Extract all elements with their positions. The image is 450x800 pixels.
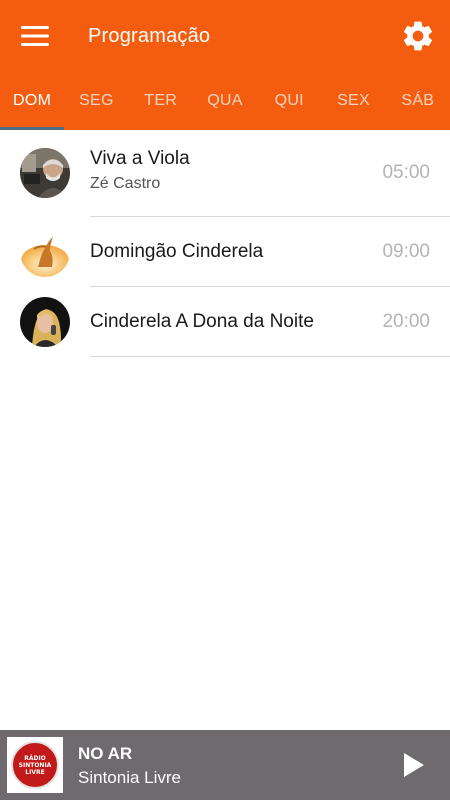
tab-qua[interactable]: QUA — [193, 72, 257, 130]
hamburger-menu-icon — [21, 26, 49, 46]
program-time: 20:00 — [382, 311, 430, 332]
logo-text-line: SINTONIA — [18, 761, 52, 769]
logo-text-line: LIVRE — [25, 768, 45, 776]
menu-button[interactable] — [16, 22, 54, 50]
tab-dom[interactable]: DOM — [0, 72, 65, 130]
play-button[interactable] — [398, 749, 430, 781]
player-station-name: Sintonia Livre — [78, 768, 182, 787]
program-row[interactable]: Cinderela A Dona da Noite 20:00 — [0, 287, 450, 357]
divider — [90, 356, 450, 357]
host-avatar — [20, 297, 70, 347]
program-title: Domingão Cinderela — [90, 241, 264, 262]
settings-button[interactable] — [398, 16, 438, 56]
program-row[interactable]: Domingão Cinderela 09:00 — [0, 217, 450, 287]
station-logo: RÁDIO SINTONIA LIVRE — [7, 737, 63, 793]
station-logo-badge: RÁDIO SINTONIA LIVRE — [11, 741, 59, 789]
program-list: Viva a Viola Zé Castro 05:00 Domingão Ci… — [0, 130, 450, 357]
app-bar: Programação DOM SEG TER QUA QUI SEX SÁB — [0, 0, 450, 130]
gear-icon — [403, 21, 433, 51]
day-tabs: DOM SEG TER QUA QUI SEX SÁB — [0, 72, 450, 130]
tab-qui[interactable]: QUI — [257, 72, 321, 130]
page-title: Programação — [88, 25, 211, 47]
program-time: 05:00 — [382, 162, 430, 183]
logo-text-line: RÁDIO — [24, 754, 46, 762]
tab-seg[interactable]: SEG — [64, 72, 128, 130]
tab-sab[interactable]: SÁB — [386, 72, 450, 130]
host-avatar — [20, 148, 70, 198]
now-playing-bar[interactable]: RÁDIO SINTONIA LIVRE NO AR Sintonia Livr… — [0, 730, 450, 800]
player-status: NO AR — [78, 744, 133, 763]
program-avatar — [20, 227, 70, 277]
program-row[interactable]: Viva a Viola Zé Castro 05:00 — [0, 130, 450, 217]
tab-ter[interactable]: TER — [129, 72, 193, 130]
program-title: Viva a Viola — [90, 148, 190, 169]
tab-sex[interactable]: SEX — [321, 72, 385, 130]
toolbar: Programação — [0, 0, 450, 72]
program-time: 09:00 — [382, 241, 430, 262]
play-icon — [404, 753, 424, 777]
program-title: Cinderela A Dona da Noite — [90, 311, 314, 332]
program-host: Zé Castro — [90, 175, 161, 192]
